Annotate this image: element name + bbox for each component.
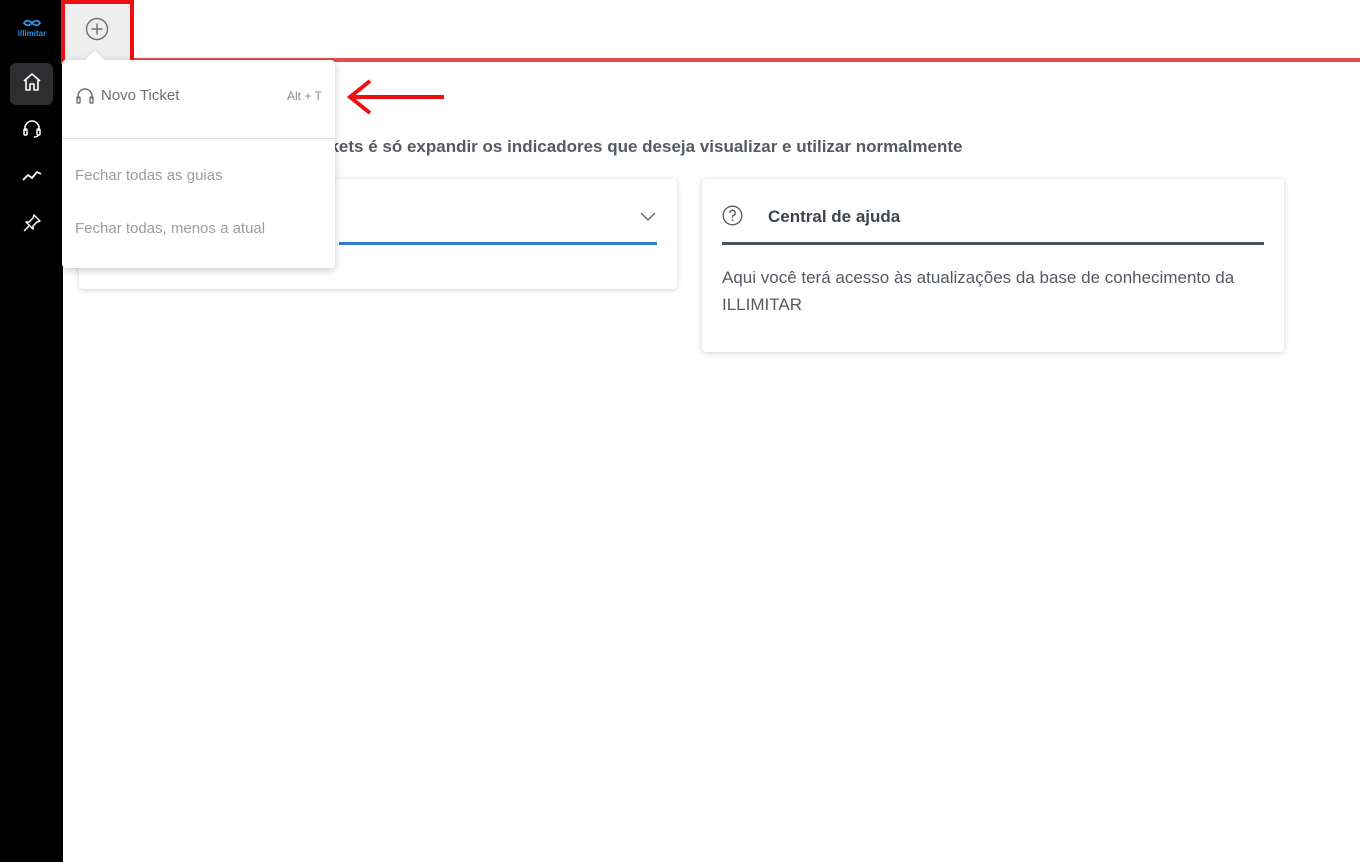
new-ticket-shortcut: Alt + T [287, 89, 322, 103]
help-card-title: Central de ajuda [768, 207, 901, 226]
nav-pinned-button[interactable] [10, 204, 53, 246]
help-card-body: Aqui você terá acesso às atualizações da… [722, 268, 1235, 314]
chevron-down-icon[interactable] [640, 209, 656, 227]
pin-icon [21, 212, 43, 239]
sidebar: illimitar [0, 0, 63, 862]
indicator-underline [339, 242, 657, 245]
trend-chart-icon [21, 164, 43, 191]
page-subtitle: ckets é só expandir os indicadores que d… [320, 137, 963, 156]
new-ticket-label: Novo Ticket [101, 87, 180, 104]
nav-indicators-button[interactable] [10, 156, 53, 198]
add-tab-dropdown-menu: Novo Ticket Alt + T Fechar todas as guia… [62, 50, 335, 268]
home-icon [21, 71, 43, 98]
annotation-arrow-icon [344, 78, 446, 121]
menu-item-new-ticket[interactable]: Novo Ticket Alt + T [62, 80, 335, 112]
menu-separator [62, 138, 335, 139]
menu-item-close-all-tabs[interactable]: Fechar todas as guias [62, 163, 335, 187]
nav-tickets-button[interactable] [10, 109, 53, 151]
headset-icon [21, 117, 43, 144]
nav-home-button[interactable] [10, 63, 53, 105]
question-circle-icon [722, 205, 743, 231]
help-card-divider [722, 242, 1264, 245]
menu-item-close-other-tabs[interactable]: Fechar todas, menos a atual [62, 216, 335, 240]
plus-circle-icon [85, 17, 109, 46]
svg-text:illimitar: illimitar [18, 29, 46, 38]
help-center-card: Central de ajuda Aqui você terá acesso à… [702, 179, 1284, 352]
illimitar-logo[interactable]: illimitar [15, 18, 49, 40]
headset-icon [74, 85, 96, 112]
